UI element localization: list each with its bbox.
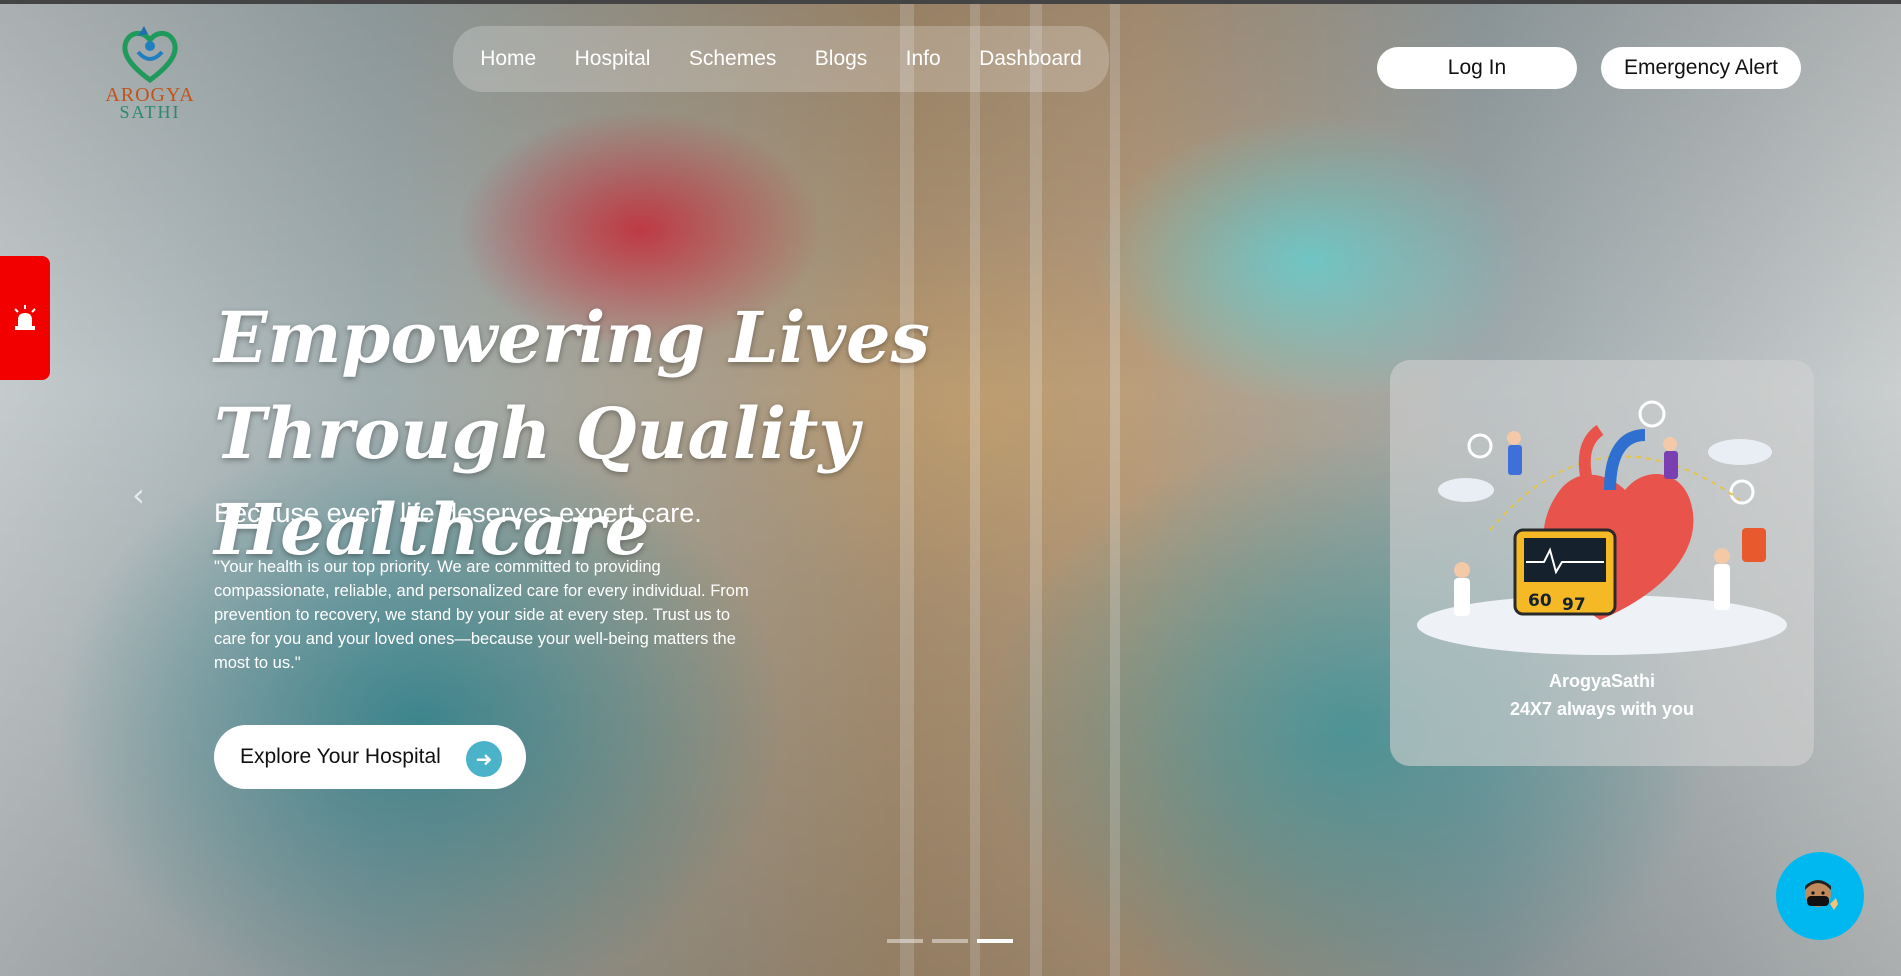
main-nav: Home Hospital Schemes Blogs Info Dashboa… — [453, 26, 1109, 92]
chevron-left-icon: ‹ — [132, 476, 145, 514]
login-button[interactable]: Log In — [1377, 47, 1577, 89]
card-title: ArogyaSathi — [1548, 671, 1656, 691]
chatbot-avatar-icon — [1805, 880, 1838, 910]
nav-blogs[interactable]: Blogs — [815, 47, 868, 71]
siren-icon — [14, 305, 36, 330]
explore-hospital-button[interactable]: Explore Your Hospital ➜ — [214, 725, 526, 789]
monitor-value-2: 97 — [1562, 595, 1586, 615]
carousel-prev-button[interactable]: ‹ — [132, 476, 145, 514]
emergency-side-tab[interactable] — [0, 256, 50, 380]
carousel-dot-2[interactable] — [932, 939, 968, 943]
card-tagline: 24X7 always with you — [1509, 699, 1695, 719]
carousel-dot-3[interactable] — [977, 939, 1013, 943]
hero-headline-line2: Through Quality Healthcare — [214, 392, 860, 571]
hero-subheading: Because every life deserves expert care. — [214, 498, 702, 528]
arrow-right-icon: ➜ — [466, 741, 502, 777]
nav-hospital[interactable]: Hospital — [575, 47, 651, 71]
promo-card: 60 97 ArogyaSathi 24X7 always with you — [1390, 360, 1814, 766]
hero-headline: Empowering Lives Through Quality Healthc… — [214, 290, 1214, 578]
chatbot-button[interactable] — [1776, 852, 1864, 940]
nav-info[interactable]: Info — [906, 47, 941, 71]
explore-hospital-label: Explore Your Hospital — [240, 745, 441, 768]
hero-headline-line1: Empowering Lives — [214, 296, 930, 379]
logo-heart-icon — [122, 26, 178, 84]
carousel-indicators — [887, 939, 1013, 943]
nav-schemes[interactable]: Schemes — [689, 47, 777, 71]
nav-home[interactable]: Home — [480, 47, 536, 71]
monitor-value-1: 60 — [1528, 591, 1552, 611]
top-border — [0, 0, 1901, 4]
heart-health-illustration: 60 97 — [1417, 400, 1787, 655]
site-logo[interactable]: AROGYA SATHI — [100, 22, 200, 122]
carousel-dot-1[interactable] — [887, 939, 923, 943]
logo-text-sathi: SATHI — [119, 102, 181, 122]
emergency-alert-button[interactable]: Emergency Alert — [1601, 47, 1801, 89]
nav-dashboard[interactable]: Dashboard — [979, 47, 1082, 71]
hero-paragraph: "Your health is our top priority. We are… — [214, 558, 749, 672]
